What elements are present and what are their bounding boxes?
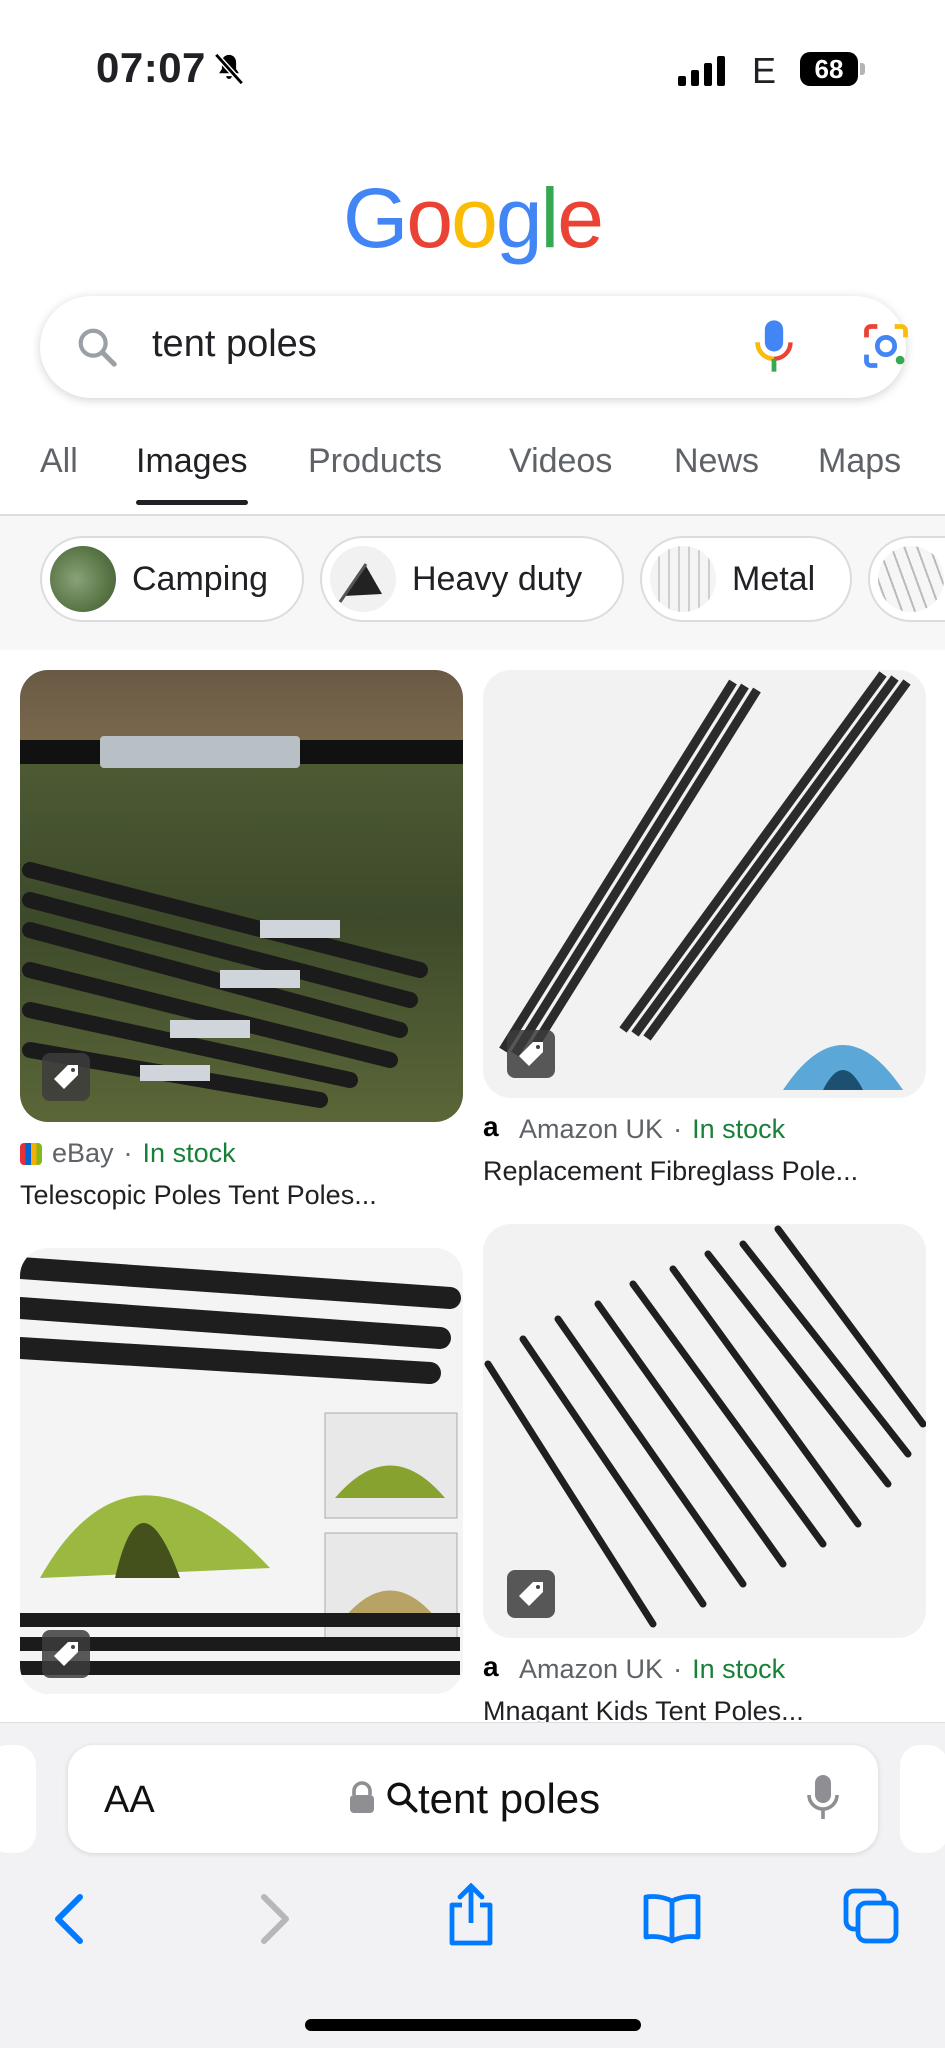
separator: ·: [123, 1138, 133, 1168]
product-tag-icon: [42, 1053, 90, 1101]
next-tab-card[interactable]: [900, 1745, 945, 1853]
result-source[interactable]: a Amazon UK · In stock: [483, 1650, 786, 1685]
availability: In stock: [692, 1114, 786, 1144]
chip-thumbnail: [50, 546, 116, 612]
result-title[interactable]: Replacement Fibreglass Pole...: [483, 1156, 858, 1187]
separator: ·: [673, 1654, 683, 1684]
logo-letter: G: [343, 171, 408, 265]
result-image[interactable]: [20, 1248, 463, 1694]
separator: ·: [673, 1114, 683, 1144]
network-type: E: [752, 50, 777, 91]
source-name: Amazon UK: [519, 1114, 664, 1144]
search-icon: [384, 1777, 420, 1822]
tab-news[interactable]: News: [674, 442, 759, 481]
search-icon: [74, 324, 120, 375]
back-icon[interactable]: [50, 1891, 90, 1952]
product-tag-icon: [42, 1630, 90, 1678]
logo-letter: o: [451, 171, 498, 265]
address-text[interactable]: tent poles: [418, 1775, 600, 1823]
logo-letter: g: [495, 171, 543, 265]
lock-icon: [348, 1781, 376, 1820]
result-source[interactable]: a Amazon UK · In stock: [483, 1110, 786, 1145]
battery-icon: 68: [800, 52, 865, 86]
text-size-button[interactable]: AA: [104, 1779, 155, 1822]
chip-thumbnail: [330, 546, 396, 612]
filter-chips: Camping Heavy duty Metal: [0, 516, 945, 650]
availability: In stock: [692, 1654, 786, 1684]
google-logo: Google: [0, 170, 945, 267]
dictation-mic-icon[interactable]: [806, 1773, 840, 1826]
clock: 07:07: [96, 44, 206, 91]
source-name: eBay: [52, 1138, 114, 1168]
logo-letter: o: [406, 171, 453, 265]
cellular-signal-icon: [678, 54, 725, 86]
home-indicator: [305, 2019, 641, 2031]
chip-metal[interactable]: Metal: [640, 536, 852, 622]
product-tag-icon: [507, 1030, 555, 1078]
search-input[interactable]: tent poles: [152, 323, 317, 366]
tabs-icon[interactable]: [842, 1887, 900, 1950]
tab-images[interactable]: Images: [136, 442, 248, 505]
status-bar: 07:07 E 68: [0, 0, 945, 140]
product-tag-icon: [507, 1570, 555, 1618]
share-icon[interactable]: [446, 1882, 496, 1952]
logo-letter: e: [557, 171, 604, 265]
availability: In stock: [142, 1138, 236, 1168]
silent-bell-icon: [212, 52, 246, 91]
chip-label: Heavy duty: [412, 559, 583, 598]
search-box[interactable]: tent poles: [40, 296, 908, 398]
chip-heavy-duty[interactable]: Heavy duty: [320, 536, 624, 622]
tab-maps[interactable]: Maps: [818, 442, 901, 481]
result-title[interactable]: Telescopic Poles Tent Poles...: [20, 1180, 377, 1211]
result-source[interactable]: eBay · In stock: [20, 1138, 236, 1169]
chip-label: Camping: [132, 559, 269, 598]
google-lens-icon[interactable]: [860, 320, 912, 377]
voice-search-mic-icon[interactable]: [752, 318, 796, 379]
logo-letter: l: [540, 171, 560, 265]
tab-all[interactable]: All: [40, 442, 78, 481]
chip-thumbnail: [878, 546, 944, 612]
previous-tab-card[interactable]: [0, 1745, 36, 1853]
forward-icon[interactable]: [254, 1891, 294, 1952]
browser-toolbar: AA tent poles: [0, 1722, 945, 2048]
chip-thumbnail: [650, 546, 716, 612]
chip-label: Metal: [732, 559, 816, 598]
tab-products[interactable]: Products: [308, 442, 442, 481]
bookmarks-icon[interactable]: [642, 1893, 702, 1950]
search-tabs: All Images Products Videos News Maps: [0, 430, 945, 516]
amazon-favicon-icon: a: [483, 1110, 499, 1142]
source-name: Amazon UK: [519, 1654, 664, 1684]
address-bar[interactable]: AA tent poles: [68, 1745, 878, 1853]
chip-camping[interactable]: Camping: [40, 536, 304, 622]
amazon-favicon-icon: a: [483, 1650, 499, 1682]
chip-more[interactable]: [868, 536, 945, 622]
tab-videos[interactable]: Videos: [509, 442, 612, 481]
ebay-favicon-icon: [20, 1142, 42, 1165]
